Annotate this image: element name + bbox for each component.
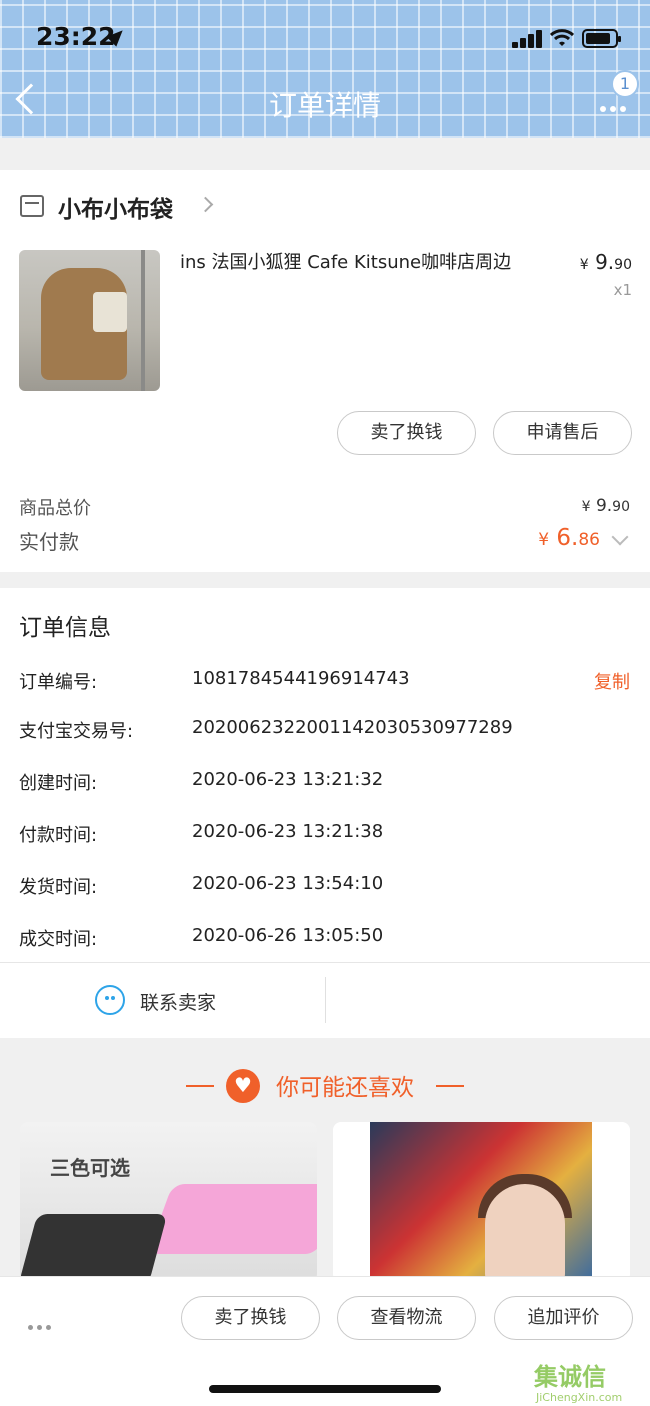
review-button[interactable]: 追加评价 [494, 1296, 633, 1340]
order-info-card: 订单信息 订单编号: 1081784544196914743 复制 支付宝交易号… [0, 588, 650, 1038]
shipped-time-value: 2020-06-23 13:54:10 [192, 873, 384, 894]
page-title: 订单详情 [268, 89, 381, 122]
more-button[interactable] [600, 100, 630, 112]
product-quantity: x1 [613, 281, 632, 299]
created-time-label: 创建时间: [19, 773, 98, 794]
copy-button[interactable]: 复制 [594, 668, 630, 694]
notification-badge: 1 [611, 70, 639, 98]
total-price-label: 商品总价 [19, 498, 91, 519]
divider [0, 962, 650, 963]
watermark-logo: 集诚信 JiChengXin.com [534, 1363, 623, 1404]
order-info-title: 订单信息 [19, 615, 111, 641]
recommend-item[interactable] [333, 1122, 630, 1282]
contact-seller-icon[interactable] [95, 985, 125, 1015]
order-number-label: 订单编号: [19, 672, 98, 693]
wifi-icon [550, 29, 574, 46]
product-card: 小布小布袋 ins 法国小狐狸 Cafe Kitsune咖啡店周边 ¥ 9.90… [0, 170, 650, 572]
deal-time-label: 成交时间: [19, 929, 98, 950]
product-price: ¥ 9.90 [579, 250, 632, 274]
recommend-item[interactable]: 三色可选 [20, 1122, 317, 1282]
sell-button-bottom[interactable]: 卖了换钱 [181, 1296, 320, 1340]
recommend-title: 你可能还喜欢 [276, 1075, 414, 1101]
battery-icon [582, 29, 621, 48]
bottom-action-bar: 卖了换钱 查看物流 追加评价 集诚信 JiChengXin.com [0, 1276, 650, 1406]
after-sale-button[interactable]: 申请售后 [493, 411, 632, 455]
chevron-down-icon[interactable] [611, 528, 629, 546]
paid-time-label: 付款时间: [19, 825, 98, 846]
deal-time-value: 2020-06-26 13:05:50 [192, 925, 384, 946]
shop-name[interactable]: 小布小布袋 [58, 190, 173, 224]
total-price-value: ¥ 9.90 [581, 496, 630, 516]
shipped-time-label: 发货时间: [19, 877, 98, 898]
paid-label: 实付款 [19, 530, 79, 554]
more-icon[interactable] [28, 1315, 55, 1334]
paid-value[interactable]: ¥ 6.86 [538, 525, 600, 551]
sell-button[interactable]: 卖了换钱 [337, 411, 476, 455]
product-image[interactable] [19, 250, 160, 391]
chevron-right-icon[interactable] [197, 196, 214, 213]
logistics-button[interactable]: 查看物流 [337, 1296, 476, 1340]
divider [325, 977, 326, 1023]
contact-seller-button[interactable]: 联系卖家 [140, 988, 216, 1015]
product-title[interactable]: ins 法国小狐狸 Cafe Kitsune咖啡店周边 [180, 248, 560, 274]
header: 23:22 订单详情 1 [0, 0, 650, 138]
alipay-trade-value: 2020062322001142030530977289 [192, 717, 513, 738]
signal-icon [512, 30, 544, 48]
decor-line [436, 1085, 464, 1087]
paid-time-value: 2020-06-23 13:21:38 [192, 821, 384, 842]
recommend-item-caption: 三色可选 [50, 1156, 130, 1180]
status-time: 23:22 [36, 22, 116, 51]
order-number-value: 1081784544196914743 [192, 668, 410, 689]
alipay-trade-label: 支付宝交易号: [19, 721, 134, 742]
home-indicator[interactable] [209, 1385, 441, 1393]
created-time-value: 2020-06-23 13:21:32 [192, 769, 384, 790]
shop-icon [20, 195, 44, 217]
